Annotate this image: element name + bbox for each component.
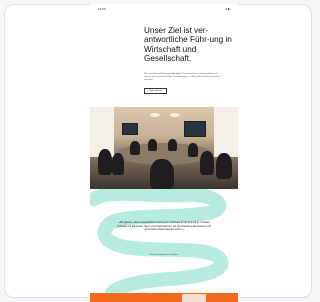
footer-accent-bar xyxy=(90,293,238,302)
more-button[interactable]: Mehr erfahren xyxy=(144,88,167,94)
status-time: 12:30 xyxy=(98,7,106,11)
meeting-photo xyxy=(90,107,238,189)
wave-decoration xyxy=(90,189,229,293)
hero-intro-text: Wir unterstützen Führungskräfte dabei, V… xyxy=(144,73,221,81)
hero-headline: Unser Ziel ist ver-antwortliche Führ-ung… xyxy=(144,26,232,64)
status-icons: ●▮ xyxy=(225,7,230,11)
quote-author: Name der Sprecherin, Funktion xyxy=(150,254,178,256)
quote-text: »Wir glauben, dass verantwortliche Führu… xyxy=(116,221,212,232)
footer-tab[interactable] xyxy=(182,294,206,302)
quote-section: »Wir glauben, dass verantwortliche Führu… xyxy=(90,189,238,293)
status-bar: 12:30 ●▮ xyxy=(90,4,238,14)
mobile-page-preview[interactable]: 12:30 ●▮ Unser Ziel ist ver-antwortliche… xyxy=(90,4,238,302)
